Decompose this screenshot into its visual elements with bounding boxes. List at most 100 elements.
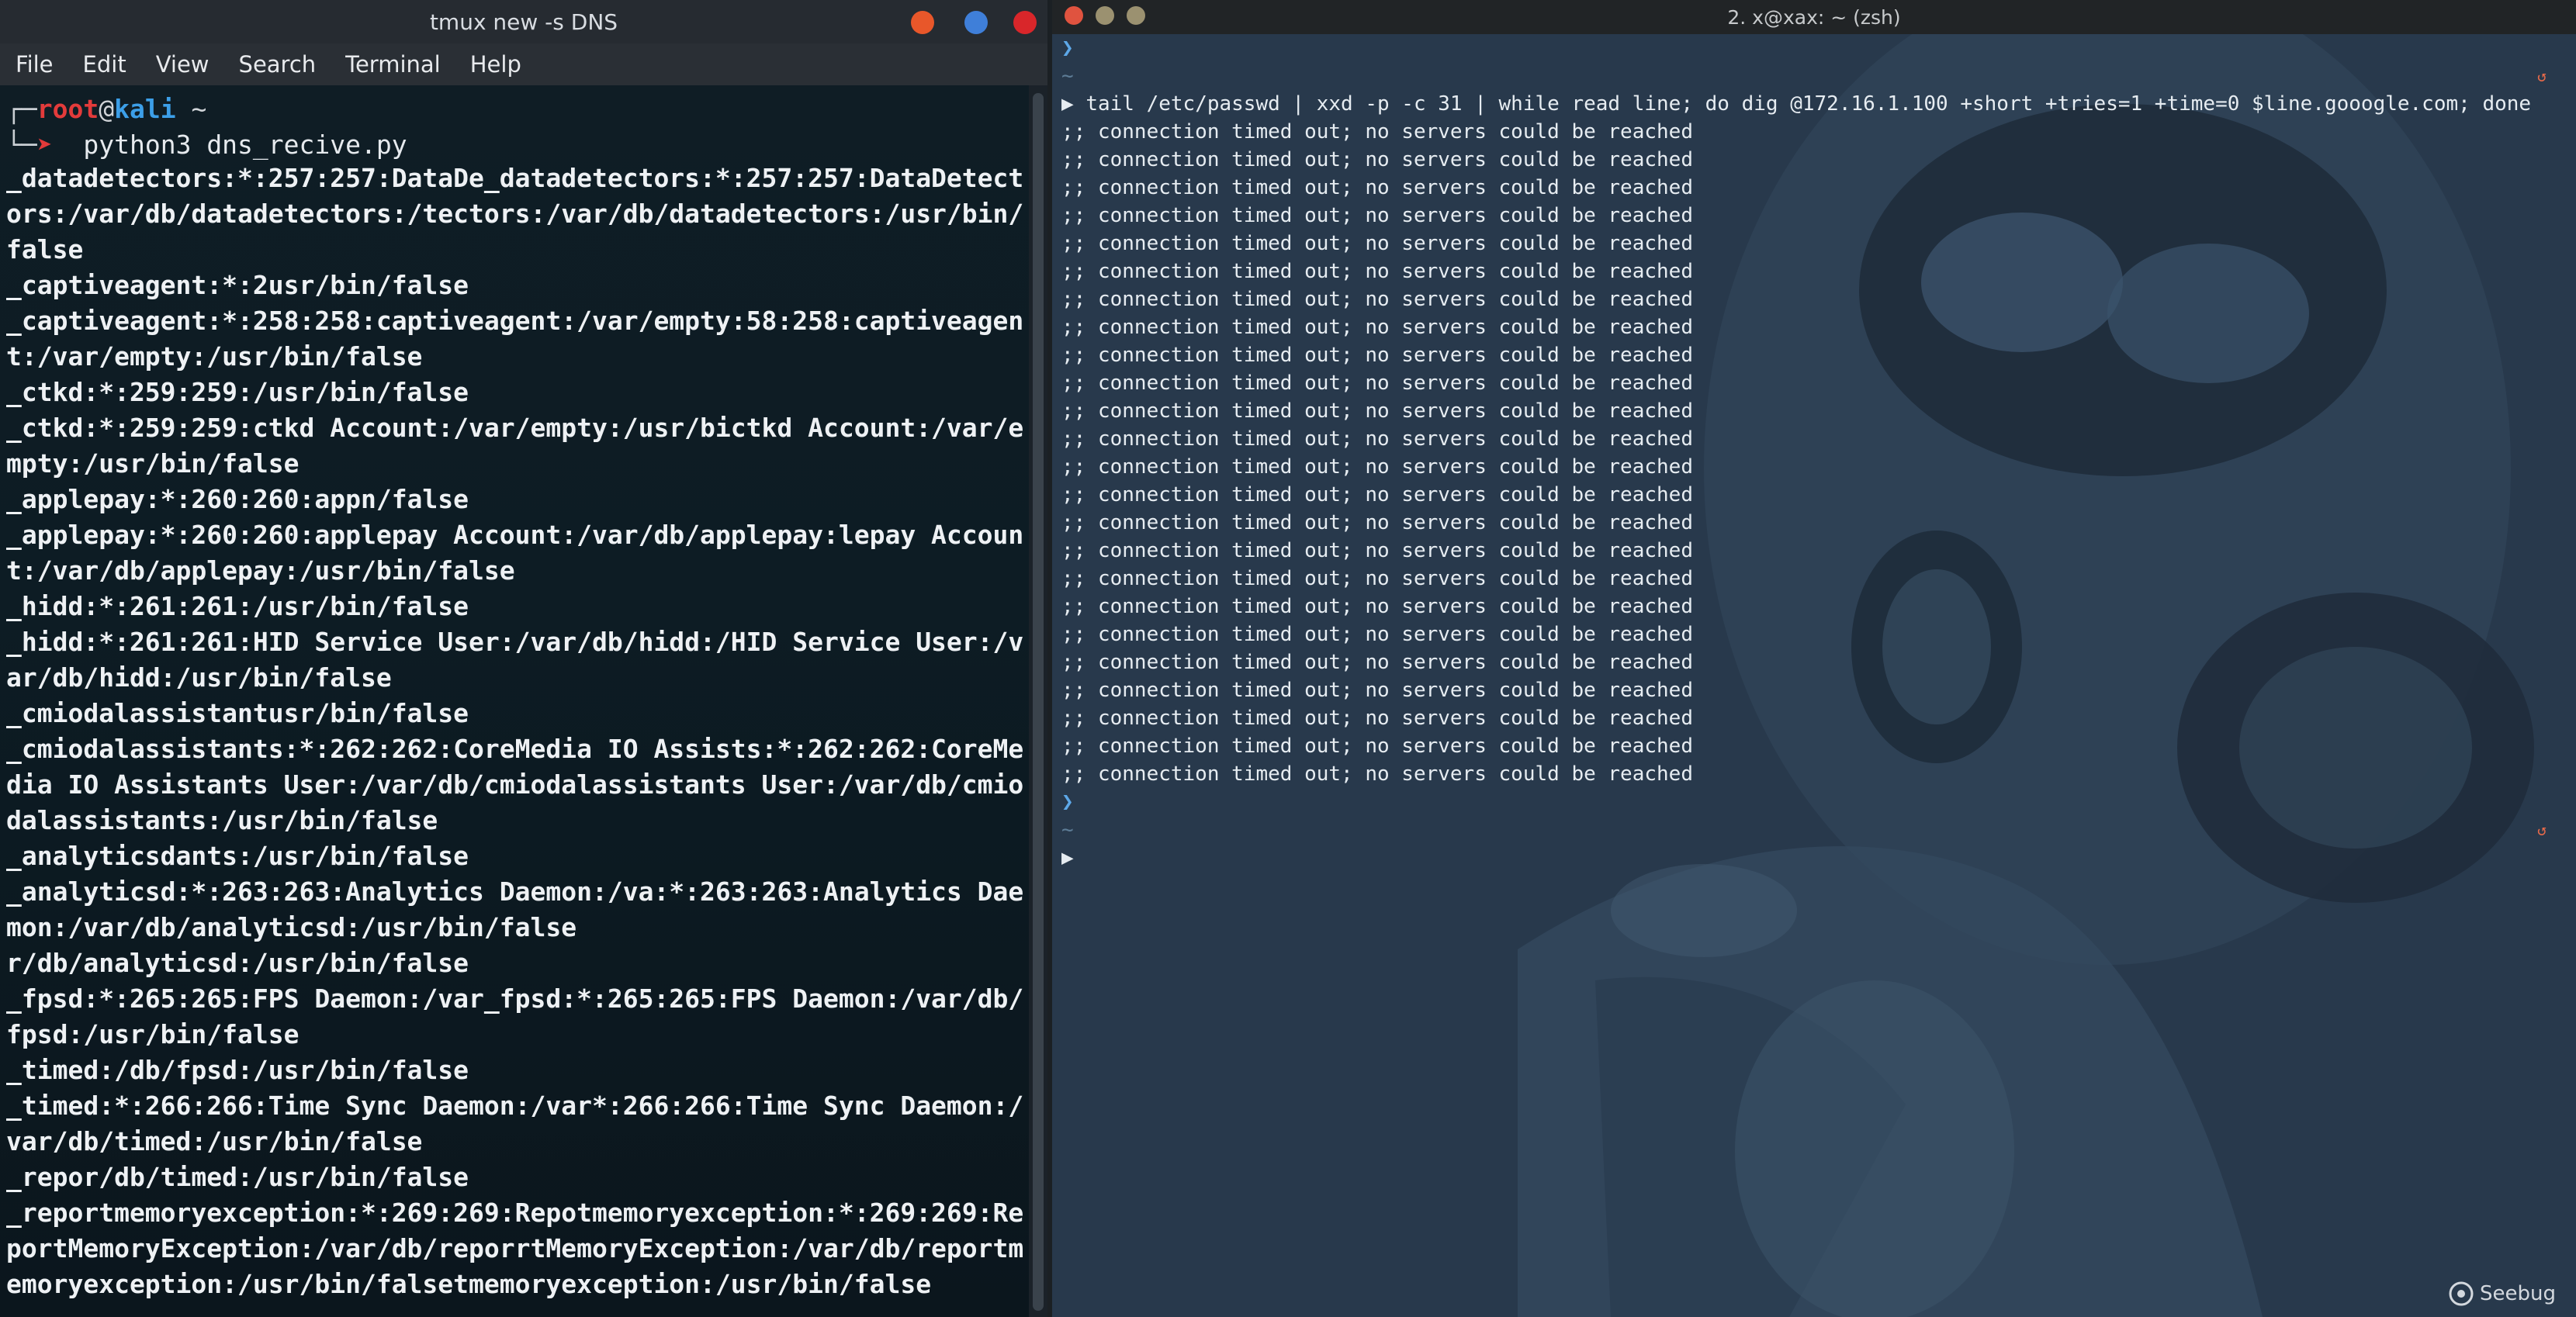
right-window-titlebar[interactable]: 2. x@xax: ~ (zsh) [1052, 0, 2576, 34]
output-line: _applepay:*:260:260:applepay Account:/va… [6, 517, 1027, 553]
left-terminal-body[interactable]: ┌─root@kali ~ └─➤ python3 dns_recive.py … [0, 85, 1029, 1317]
output-line: t:/var/empty:/usr/bin/false [6, 339, 1027, 375]
error-text: ;; connection timed out; no servers coul… [1061, 735, 1693, 758]
output-line: t:/var/db/applepay:/usr/bin/false [6, 553, 1027, 589]
error-text: ;; connection timed out; no servers coul… [1061, 651, 1693, 674]
dig-error-line: ;; connection timed out; no servers coul… [1061, 397, 2567, 425]
menu-search[interactable]: Search [223, 51, 331, 78]
scrollbar-thumb[interactable] [1033, 93, 1044, 1311]
prompt-chevron-row: ❯ [1061, 788, 2567, 816]
left-scrollbar[interactable] [1029, 85, 1047, 1317]
output-line: _captiveagent:*:2usr/bin/false [6, 268, 1027, 303]
error-text: ;; connection timed out; no servers coul… [1061, 539, 1693, 562]
output-line: _hidd:*:261:261:HID Service User:/var/db… [6, 624, 1027, 660]
terminal-output: _datadetectors:*:257:257:DataDe_datadete… [6, 161, 1027, 1302]
prompt-tilde-row: ~↺ [1061, 62, 2567, 90]
output-line: ar/db/hidd:/usr/bin/false [6, 660, 1027, 696]
prompt-at: @ [99, 94, 114, 124]
dig-error-line: ;; connection timed out; no servers coul… [1061, 425, 2567, 453]
output-line: portMemoryException:/var/db/reporrtMemor… [6, 1231, 1027, 1267]
output-line: _cmiodalassistants:*:262:262:CoreMedia I… [6, 731, 1027, 767]
output-line: _datadetectors:*:257:257:DataDe_datadete… [6, 161, 1027, 196]
output-line: _ctkd:*:259:259:ctkd Account:/var/empty:… [6, 410, 1027, 446]
maximize-button[interactable] [964, 11, 988, 34]
dig-error-line: ;; connection timed out; no servers coul… [1061, 593, 2567, 620]
minimize-button[interactable] [1096, 6, 1114, 25]
output-line: _timed:*:266:266:Time Sync Daemon:/var*:… [6, 1088, 1027, 1124]
tmux-terminal-window: tmux new -s DNS File Edit View Search Te… [0, 0, 1047, 1317]
dig-error-line: ;; connection timed out; no servers coul… [1061, 648, 2567, 676]
error-text: ;; connection timed out; no servers coul… [1061, 204, 1693, 227]
cwd-tilde: ~ [1061, 64, 1074, 88]
output-line: ors:/var/db/datadetectors:/tectors:/var/… [6, 196, 1027, 232]
dig-error-line: ;; connection timed out; no servers coul… [1061, 760, 2567, 788]
output-line: mpty:/usr/bin/false [6, 446, 1027, 482]
output-line: _captiveagent:*:258:258:captiveagent:/va… [6, 303, 1027, 339]
error-text: ;; connection timed out; no servers coul… [1061, 595, 1693, 618]
output-line: fpsd:/usr/bin/false [6, 1017, 1027, 1053]
dig-error-line: ;; connection timed out; no servers coul… [1061, 565, 2567, 593]
close-button[interactable] [1013, 11, 1037, 34]
error-text: ;; connection timed out; no servers coul… [1061, 427, 1693, 451]
status-marker-icon: ↺ [2537, 62, 2547, 90]
error-text: ;; connection timed out; no servers coul… [1061, 344, 1693, 367]
menu-terminal[interactable]: Terminal [330, 51, 455, 78]
prompt-host: kali [114, 94, 175, 124]
dig-error-line: ;; connection timed out; no servers coul… [1061, 202, 2567, 230]
output-line: _applepay:*:260:260:appn/false [6, 482, 1027, 517]
menu-edit[interactable]: Edit [68, 51, 140, 78]
error-text: ;; connection timed out; no servers coul… [1061, 120, 1693, 143]
prompt-command: python3 dns_recive.py [83, 130, 407, 160]
error-text: ;; connection timed out; no servers coul… [1061, 623, 1693, 646]
output-line: mon:/var/db/analyticsd:/usr/bin/false [6, 910, 1027, 945]
chevron-icon: ❯ [1061, 790, 1074, 814]
prompt-cwd: ~ [191, 94, 206, 124]
output-line: _reportmemoryexception:*:269:269:Repotme… [6, 1195, 1027, 1231]
error-text: ;; connection timed out; no servers coul… [1061, 372, 1693, 395]
prompt-tilde-row: ~↺ [1061, 816, 2567, 844]
error-text: ;; connection timed out; no servers coul… [1061, 148, 1693, 171]
dig-error-line: ;; connection timed out; no servers coul… [1061, 732, 2567, 760]
seebug-logo-icon [2449, 1281, 2474, 1306]
dig-error-line: ;; connection timed out; no servers coul… [1061, 704, 2567, 732]
close-button[interactable] [1065, 6, 1083, 25]
error-text: ;; connection timed out; no servers coul… [1061, 260, 1693, 283]
error-text: ;; connection timed out; no servers coul… [1061, 176, 1693, 199]
zoom-button[interactable] [1127, 6, 1145, 25]
command-text: tail /etc/passwd | xxd -p -c 31 | while … [1085, 92, 2531, 116]
zsh-terminal-body[interactable]: ❯~↺▶ tail /etc/passwd | xxd -p -c 31 | w… [1061, 34, 2567, 872]
menu-help[interactable]: Help [455, 51, 535, 78]
dig-error-line: ;; connection timed out; no servers coul… [1061, 341, 2567, 369]
prompt-arrow-icon: ➤ [37, 130, 53, 160]
output-line: false [6, 232, 1027, 268]
watermark-text: Seebug [2480, 1282, 2556, 1305]
error-text: ;; connection timed out; no servers coul… [1061, 679, 1693, 702]
dig-error-line: ;; connection timed out; no servers coul… [1061, 676, 2567, 704]
command-row[interactable]: ▶ [1061, 844, 2567, 872]
error-text: ;; connection timed out; no servers coul… [1061, 455, 1693, 479]
error-text: ;; connection timed out; no servers coul… [1061, 288, 1693, 311]
output-line: _analyticsdants:/usr/bin/false [6, 838, 1027, 874]
menu-file[interactable]: File [0, 51, 68, 78]
menu-view[interactable]: View [140, 51, 223, 78]
output-line: _cmiodalassistantusr/bin/false [6, 696, 1027, 731]
output-line: _fpsd:*:265:265:FPS Daemon:/var_fpsd:*:2… [6, 981, 1027, 1017]
left-window-title: tmux new -s DNS [430, 9, 618, 35]
dig-error-line: ;; connection timed out; no servers coul… [1061, 285, 2567, 313]
spacer [1074, 92, 1086, 116]
zsh-terminal-window: 2. x@xax: ~ (zsh) ❯~↺▶ tail /etc/passwd … [1052, 0, 2576, 1317]
output-line: emoryexception:/usr/bin/falsetmemoryexce… [6, 1267, 1027, 1302]
dig-error-line: ;; connection timed out; no servers coul… [1061, 313, 2567, 341]
minimize-button[interactable] [911, 11, 934, 34]
output-line: _hidd:*:261:261:/usr/bin/false [6, 589, 1027, 624]
dig-error-line: ;; connection timed out; no servers coul… [1061, 453, 2567, 481]
output-line: _ctkd:*:259:259:/usr/bin/false [6, 375, 1027, 410]
output-line: r/db/analyticsd:/usr/bin/false [6, 945, 1027, 981]
shell-prompt: ┌─root@kali ~ └─➤ python3 dns_recive.py [6, 92, 407, 163]
output-line: dalassistants:/usr/bin/false [6, 803, 1027, 838]
error-text: ;; connection timed out; no servers coul… [1061, 567, 1693, 590]
output-line: _repor/db/timed:/usr/bin/false [6, 1160, 1027, 1195]
prompt-user: root [37, 94, 99, 124]
dig-error-line: ;; connection timed out; no servers coul… [1061, 174, 2567, 202]
left-window-titlebar[interactable]: tmux new -s DNS [0, 0, 1047, 43]
